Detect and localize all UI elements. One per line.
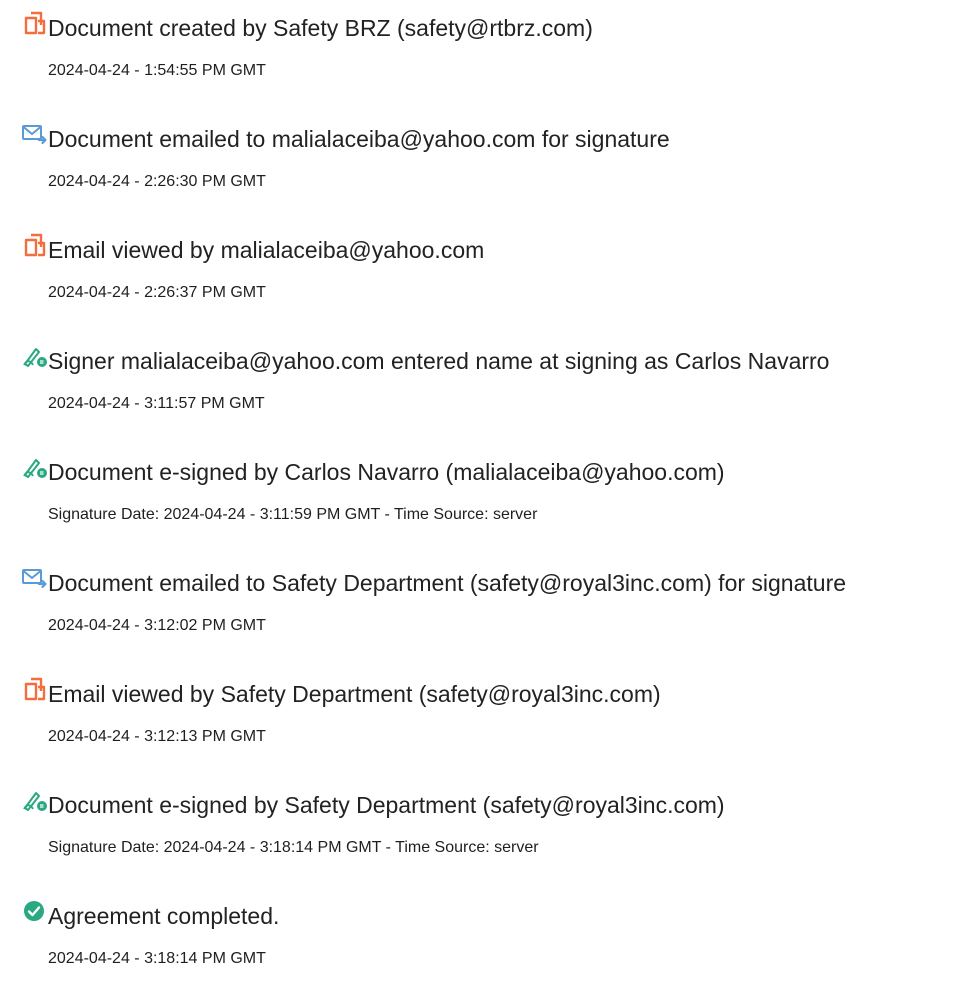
check-circle-icon <box>22 899 48 923</box>
event-timestamp: Signature Date: 2024-04-24 - 3:11:59 PM … <box>48 506 538 523</box>
event-timestamp: 2024-04-24 - 3:12:02 PM GMT <box>48 617 266 634</box>
audit-event: Signer malialaceiba@yahoo.com entered na… <box>0 333 972 413</box>
event-description: Document emailed to malialaceiba@yahoo.c… <box>48 126 670 152</box>
document-icon <box>22 11 48 35</box>
event-description: Signer malialaceiba@yahoo.com entered na… <box>48 348 830 374</box>
event-description: Email viewed by Safety Department (safet… <box>48 681 661 707</box>
audit-event: Document emailed to malialaceiba@yahoo.c… <box>0 111 972 191</box>
event-description: Document emailed to Safety Department (s… <box>48 570 847 596</box>
audit-event: Email viewed by malialaceiba@yahoo.com 2… <box>0 222 972 302</box>
audit-event: Email viewed by Safety Department (safet… <box>0 666 972 746</box>
event-description: Document created by Safety BRZ (safety@r… <box>48 15 593 41</box>
signature-icon <box>22 344 48 368</box>
event-timestamp: 2024-04-24 - 2:26:30 PM GMT <box>48 173 266 190</box>
document-icon <box>22 677 48 701</box>
document-icon <box>22 233 48 257</box>
audit-event: Document emailed to Safety Department (s… <box>0 555 972 635</box>
audit-event: Document created by Safety BRZ (safety@r… <box>0 0 972 80</box>
email-sent-icon <box>22 122 48 146</box>
event-description: Document e-signed by Carlos Navarro (mal… <box>48 459 725 485</box>
event-timestamp: 2024-04-24 - 3:11:57 PM GMT <box>48 395 265 412</box>
signature-icon <box>22 455 48 479</box>
event-description: Agreement completed. <box>48 903 280 929</box>
audit-event: Document e-signed by Carlos Navarro (mal… <box>0 444 972 524</box>
audit-event: Agreement completed. 2024-04-24 - 3:18:1… <box>0 888 972 968</box>
event-timestamp: 2024-04-24 - 3:12:13 PM GMT <box>48 728 266 745</box>
signature-icon <box>22 788 48 812</box>
event-description: Email viewed by malialaceiba@yahoo.com <box>48 237 485 263</box>
event-timestamp: 2024-04-24 - 2:26:37 PM GMT <box>48 284 266 301</box>
audit-event: Document e-signed by Safety Department (… <box>0 777 972 857</box>
event-description: Document e-signed by Safety Department (… <box>48 792 725 818</box>
event-timestamp: 2024-04-24 - 3:18:14 PM GMT <box>48 950 266 967</box>
event-timestamp: Signature Date: 2024-04-24 - 3:18:14 PM … <box>48 839 539 856</box>
email-sent-icon <box>22 566 48 590</box>
event-timestamp: 2024-04-24 - 1:54:55 PM GMT <box>48 62 266 79</box>
